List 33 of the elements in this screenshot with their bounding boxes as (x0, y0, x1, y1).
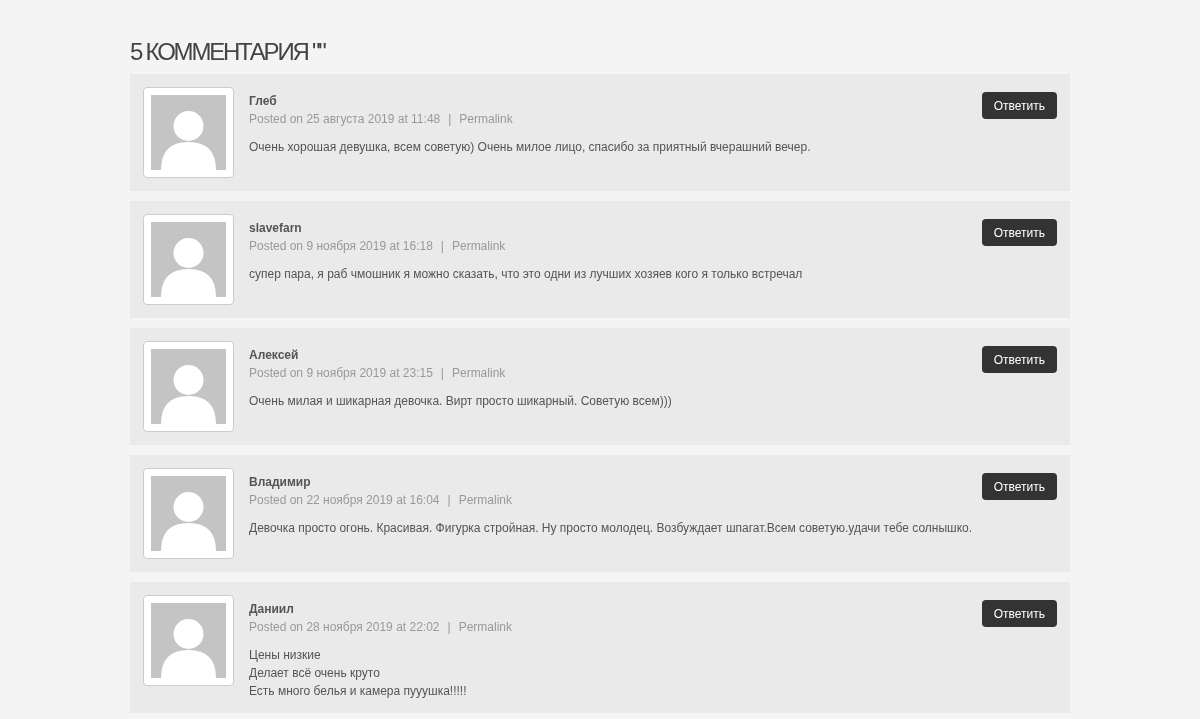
avatar-icon (143, 468, 234, 559)
author-name: Даниил (249, 602, 295, 616)
separator: | (440, 239, 444, 253)
comment-text: Цены низкие (249, 647, 322, 664)
post-date: Posted on 9 ноября 2019 at 23:15 (249, 366, 433, 380)
avatar-icon (143, 595, 234, 686)
reply-button[interactable]: Ответить (981, 600, 1057, 627)
comment-text: Очень милая и шикарная девочка. Вирт просто шикарный. Советую всем))) (249, 393, 673, 410)
comment-text: Есть много белья и камера пууушка!!!!! (249, 683, 468, 700)
reply-button[interactable]: Ответить (981, 219, 1057, 246)
comment-text: Делает всё очень круто (249, 665, 381, 682)
author-name: Глеб (249, 94, 278, 108)
separator: | (447, 620, 451, 634)
separator: | (440, 366, 444, 380)
comment-text: Девочка просто огонь. Красивая. Фигурка стройная. Ну просто молодец. Возбуждает шпагат.Всем советую.удачи тебе солнышко. (249, 520, 974, 537)
comment-text: супер пара, я раб чмошник я можно сказать, что это одни из лучших хозяев кого я только встречал (249, 266, 804, 283)
post-date: Posted on 9 ноября 2019 at 16:18 (249, 239, 433, 253)
author-name: Владимир (249, 475, 312, 489)
reply-button[interactable]: Ответить (981, 346, 1057, 373)
post-date: Posted on 22 ноября 2019 at 16:04 (249, 493, 440, 507)
avatar-icon (143, 214, 234, 305)
separator: | (447, 493, 451, 507)
separator: | (448, 112, 452, 126)
comments-heading: 5 КОММЕНТАРИЯ "" (130, 38, 327, 66)
reply-button[interactable]: Ответить (981, 473, 1057, 500)
author-name: Алексей (249, 348, 300, 362)
avatar-icon (143, 87, 234, 178)
comment-text: Очень хорошая девушка, всем советую) Очень милое лицо, спасибо за приятный вчерашний вечер. (249, 139, 812, 156)
reply-button[interactable]: Ответить (981, 92, 1057, 119)
post-date: Posted on 25 августа 2019 at 11:48 (249, 112, 441, 126)
post-date: Posted on 28 ноября 2019 at 22:02 (249, 620, 440, 634)
avatar-icon (143, 341, 234, 432)
author-name: slavefarn (249, 221, 303, 235)
